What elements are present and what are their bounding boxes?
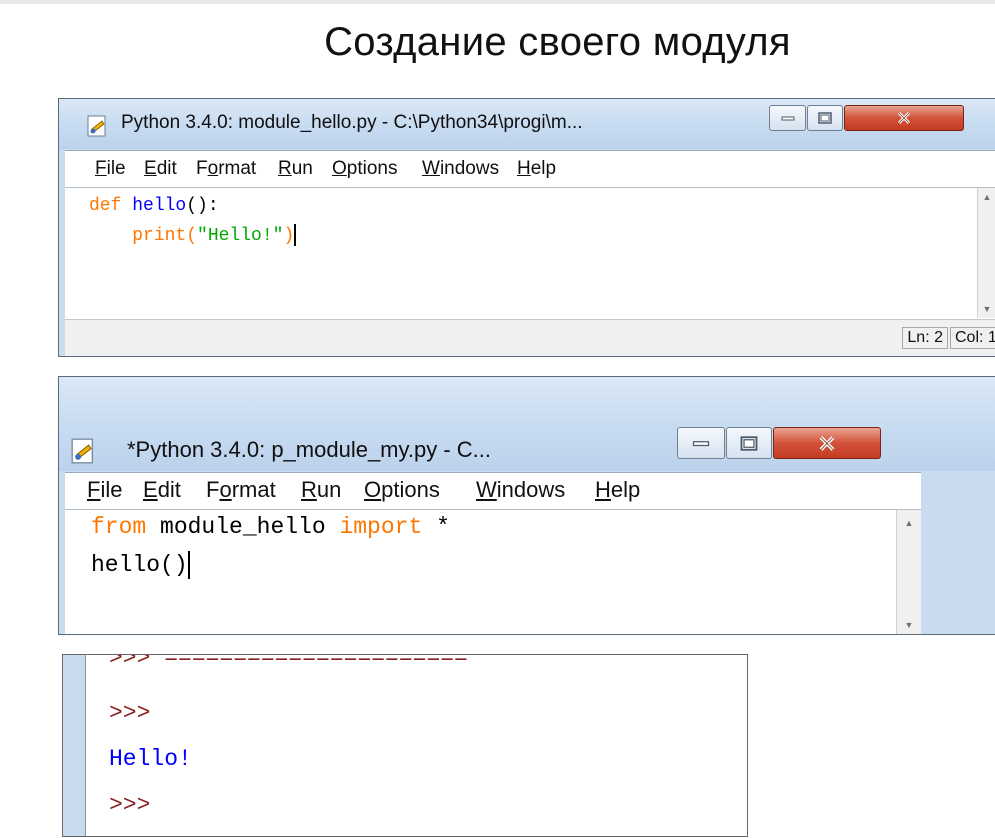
idle-app-icon xyxy=(71,438,93,464)
vertical-scrollbar[interactable]: ▲ ▼ xyxy=(896,510,921,634)
window-title: Python 3.4.0: module_hello.py - C:\Pytho… xyxy=(121,112,583,133)
text-cursor xyxy=(294,224,297,246)
menu-windows[interactable]: Windows xyxy=(422,158,499,180)
function-name: hello xyxy=(132,196,187,216)
status-line: Ln: 2 xyxy=(902,327,948,349)
code-line-2: hello() xyxy=(91,551,190,579)
caption-buttons xyxy=(677,427,977,459)
menu-options[interactable]: Options xyxy=(364,477,440,503)
import-star: * xyxy=(422,514,450,540)
caption-buttons xyxy=(769,105,995,131)
menu-run[interactable]: Run xyxy=(278,158,313,180)
code-editor[interactable]: def hello(): print("Hello!") xyxy=(65,187,995,319)
code-line-2: print("Hello!") xyxy=(89,224,297,246)
keyword-import: import xyxy=(339,514,423,540)
minimize-icon xyxy=(770,106,805,130)
code-line-1: def hello(): xyxy=(89,196,219,216)
menu-format[interactable]: Format xyxy=(206,477,276,503)
idle-window-module-hello: Python 3.4.0: module_hello.py - C:\Pytho… xyxy=(58,98,995,357)
text-cursor xyxy=(187,551,190,579)
menu-bar: File Edit Format Run Options Windows Hel… xyxy=(65,472,921,509)
code-editor[interactable]: from module_hello import * hello() xyxy=(65,509,921,634)
minimize-icon xyxy=(678,428,724,458)
close-paren: ) xyxy=(283,225,295,246)
string-literal: "Hello!" xyxy=(197,225,284,246)
menu-format[interactable]: Format xyxy=(196,158,256,180)
scroll-up-icon[interactable]: ▲ xyxy=(978,188,995,206)
menu-run[interactable]: Run xyxy=(301,477,341,503)
shell-stdout: Hello! xyxy=(109,746,192,772)
python-shell-output: >>> ====================== >>> Hello! >>… xyxy=(62,654,748,837)
shell-prompt: >>> xyxy=(109,792,151,818)
window-title: *Python 3.4.0: p_module_my.py - C... xyxy=(127,437,491,462)
module-name: module_hello xyxy=(146,514,340,540)
menu-options[interactable]: Options xyxy=(332,158,397,180)
maximize-button[interactable] xyxy=(726,427,772,459)
menu-edit[interactable]: Edit xyxy=(144,158,177,180)
shell-window-frame xyxy=(63,655,86,836)
vertical-scrollbar[interactable]: ▲ ▼ xyxy=(977,188,995,318)
keyword-from: from xyxy=(91,514,147,540)
code-line-1: from module_hello import * xyxy=(91,514,450,540)
idle-window-p-module-my: *Python 3.4.0: p_module_my.py - C... Fil… xyxy=(58,376,995,635)
maximize-icon xyxy=(727,428,771,458)
menu-help[interactable]: Help xyxy=(517,158,556,180)
scroll-down-icon[interactable]: ▼ xyxy=(897,616,921,634)
maximize-button[interactable] xyxy=(807,105,843,131)
title-bar[interactable]: Python 3.4.0: module_hello.py - C:\Pytho… xyxy=(59,99,995,149)
shell-prompt: >>> xyxy=(109,700,151,726)
menu-file[interactable]: File xyxy=(95,158,126,180)
scroll-down-icon[interactable]: ▼ xyxy=(978,300,995,318)
minimize-button[interactable] xyxy=(769,105,806,131)
maximize-icon xyxy=(808,106,842,130)
menu-windows[interactable]: Windows xyxy=(476,477,565,503)
scroll-up-icon[interactable]: ▲ xyxy=(897,514,921,532)
status-column: Col: 1 xyxy=(950,327,995,349)
close-button[interactable] xyxy=(773,427,881,459)
menu-file[interactable]: File xyxy=(87,477,122,503)
keyword: def xyxy=(89,196,122,216)
slide-top-border xyxy=(0,0,995,4)
title-bar[interactable]: *Python 3.4.0: p_module_my.py - C... xyxy=(59,377,995,471)
menu-help[interactable]: Help xyxy=(595,477,640,503)
code-text: (): xyxy=(186,196,219,216)
slide-title: Создание своего модуля xyxy=(324,20,791,64)
close-icon xyxy=(774,428,880,458)
close-button[interactable] xyxy=(844,105,964,131)
builtin-call: print( xyxy=(132,225,198,246)
idle-app-icon xyxy=(87,115,106,137)
shell-restart-separator: >>> ====================== xyxy=(109,654,468,671)
status-bar: Ln: 2 Col: 1 xyxy=(65,319,995,356)
close-icon xyxy=(845,106,963,130)
minimize-button[interactable] xyxy=(677,427,725,459)
menu-bar: File Edit Format Run Options Windows Hel… xyxy=(65,150,995,187)
menu-edit[interactable]: Edit xyxy=(143,477,181,503)
function-call: hello() xyxy=(91,552,188,579)
